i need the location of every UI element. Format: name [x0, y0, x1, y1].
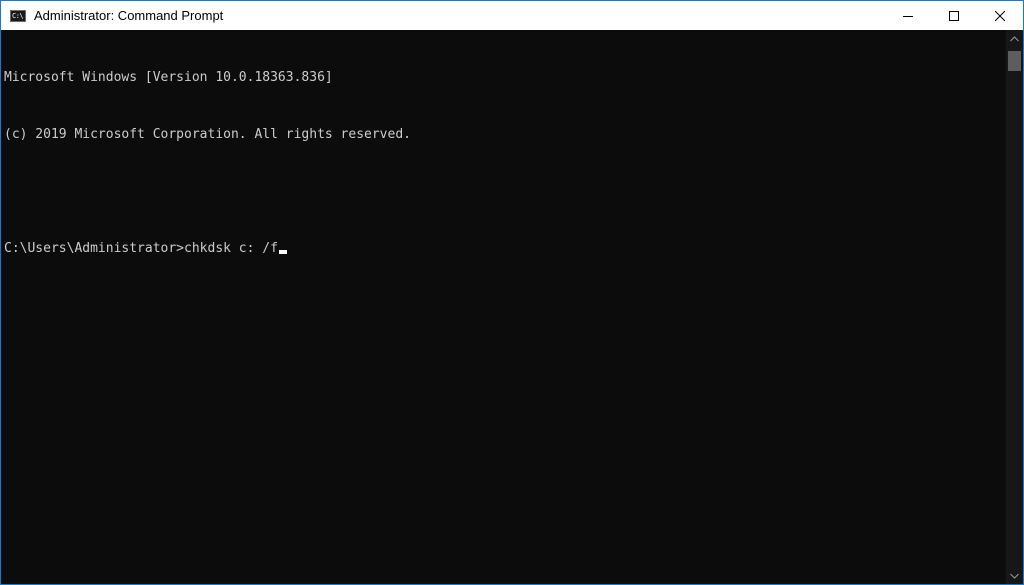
minimize-button[interactable] — [885, 1, 931, 30]
close-icon — [995, 10, 1005, 21]
maximize-icon — [949, 10, 959, 21]
maximize-button[interactable] — [931, 1, 977, 30]
console-output-area[interactable]: Microsoft Windows [Version 10.0.18363.83… — [1, 30, 1006, 584]
caption-buttons — [885, 1, 1023, 30]
text-cursor — [278, 250, 287, 254]
console-line: Microsoft Windows [Version 10.0.18363.83… — [4, 70, 333, 85]
scrollbar-thumb[interactable] — [1008, 51, 1021, 71]
vertical-scrollbar[interactable] — [1006, 30, 1023, 584]
title-bar[interactable]: C:\ Administrator: Command Prompt — [1, 1, 1023, 30]
close-button[interactable] — [977, 1, 1023, 30]
command-prompt-icon[interactable]: C:\ — [10, 9, 26, 22]
minimize-icon — [903, 15, 913, 17]
console-prompt-line[interactable]: C:\Users\Administrator>chkdsk c: /f — [4, 239, 411, 258]
console-text: Microsoft Windows [Version 10.0.18363.83… — [4, 30, 411, 296]
console-line: (c) 2019 Microsoft Corporation. All righ… — [4, 127, 411, 142]
app-icon-glyph: C:\ — [12, 11, 24, 20]
command-prompt-window: C:\ Administrator: Command Prompt Micros… — [0, 0, 1024, 585]
scroll-up-button[interactable] — [1006, 30, 1023, 47]
chevron-up-icon — [1010, 35, 1019, 41]
window-title: Administrator: Command Prompt — [34, 8, 224, 23]
scroll-down-button[interactable] — [1006, 567, 1023, 584]
chevron-down-icon — [1010, 573, 1019, 579]
console-command-text: C:\Users\Administrator>chkdsk c: /f — [4, 241, 278, 256]
